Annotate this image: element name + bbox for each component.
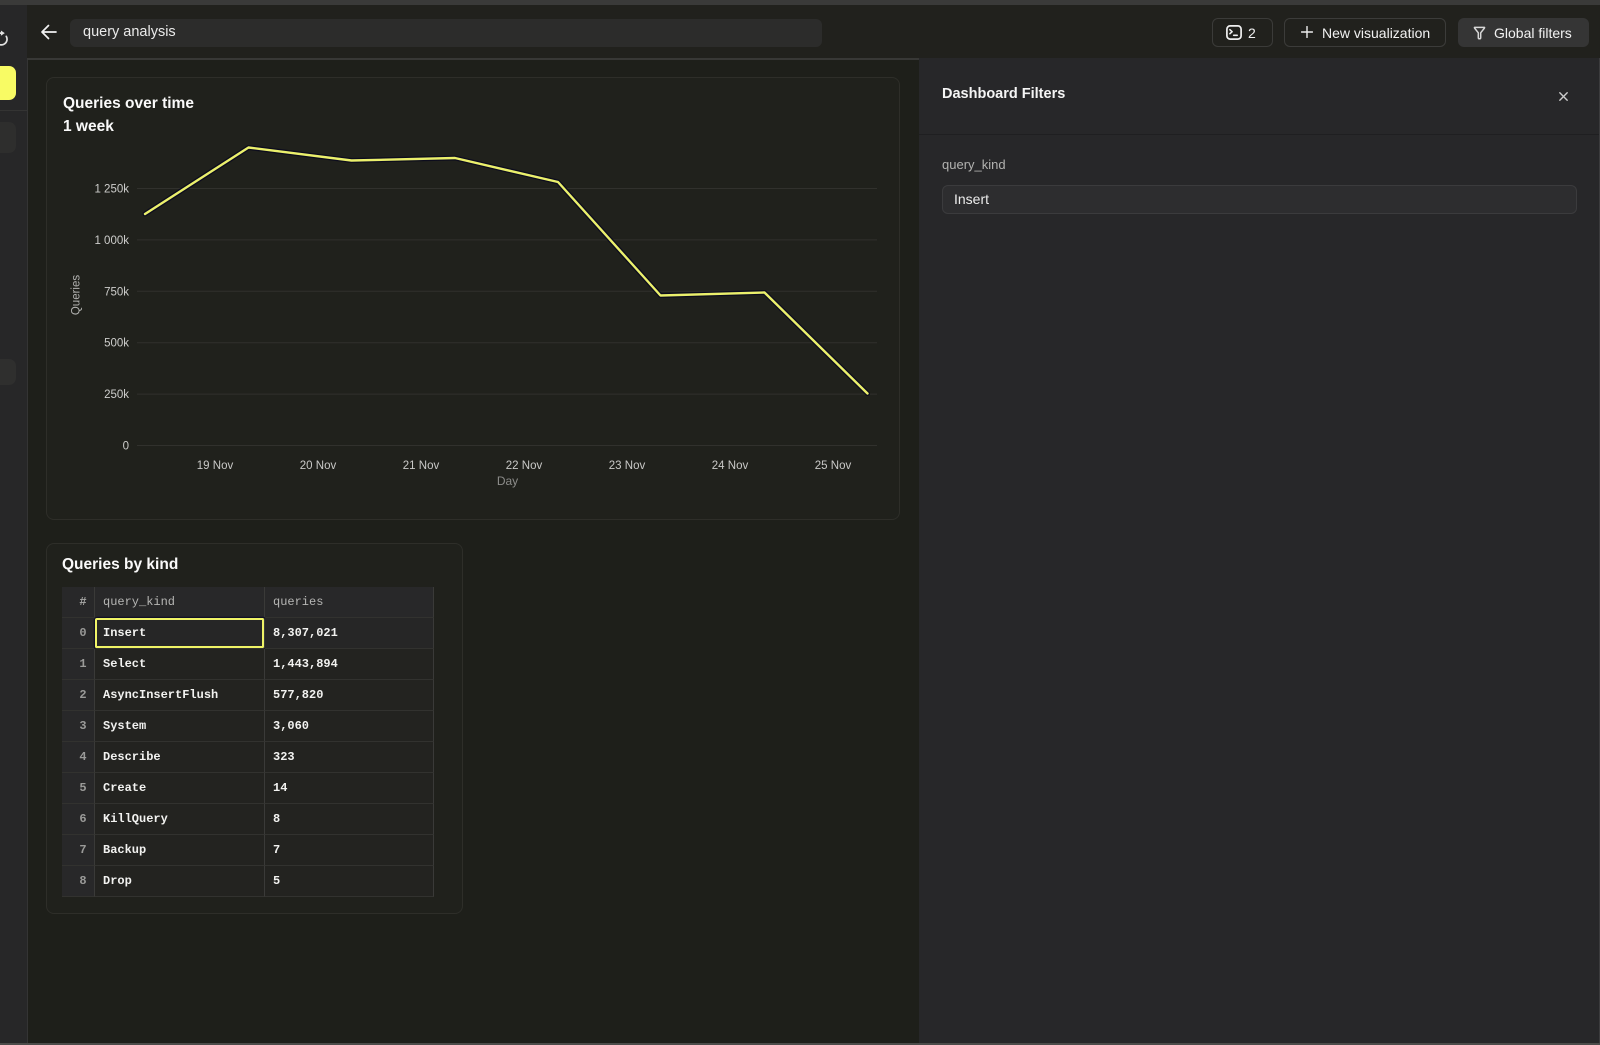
svg-text:19 Nov: 19 Nov bbox=[197, 460, 234, 472]
svg-text:250k: 250k bbox=[104, 389, 129, 401]
svg-text:20 Nov: 20 Nov bbox=[300, 460, 337, 472]
svg-text:23 Nov: 23 Nov bbox=[609, 460, 646, 472]
svg-text:Day: Day bbox=[497, 474, 518, 488]
svg-text:21 Nov: 21 Nov bbox=[403, 460, 440, 472]
svg-text:25 Nov: 25 Nov bbox=[815, 460, 852, 472]
svg-text:500k: 500k bbox=[104, 338, 129, 350]
svg-text:750k: 750k bbox=[104, 286, 129, 298]
svg-text:0: 0 bbox=[123, 441, 129, 453]
svg-text:1 250k: 1 250k bbox=[94, 184, 129, 196]
svg-text:24 Nov: 24 Nov bbox=[712, 460, 749, 472]
svg-text:22 Nov: 22 Nov bbox=[506, 460, 543, 472]
svg-text:Queries: Queries bbox=[71, 275, 83, 316]
svg-text:1 000k: 1 000k bbox=[94, 235, 129, 247]
